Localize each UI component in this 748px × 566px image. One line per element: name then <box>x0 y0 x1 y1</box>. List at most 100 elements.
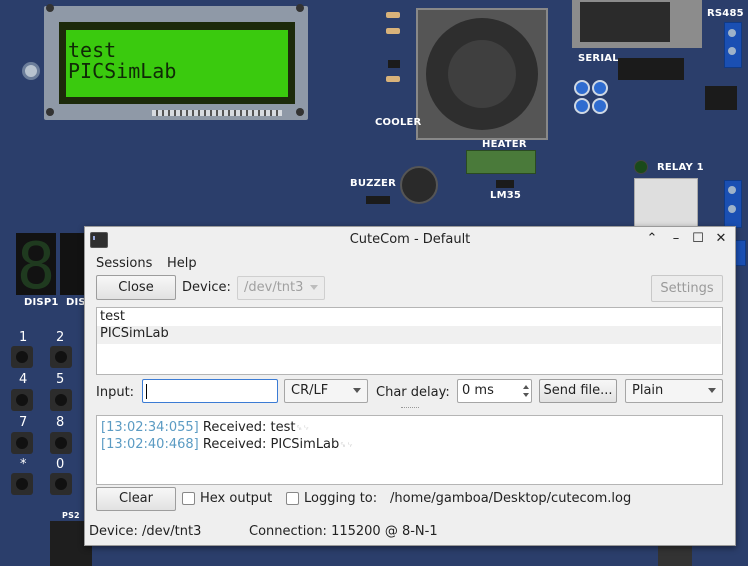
status-device: Device: /dev/tnt3 <box>89 524 202 539</box>
buzzer-label: BUZZER <box>350 178 396 189</box>
control-chars: ␍␊ <box>339 441 354 451</box>
keypad-button-4[interactable] <box>11 389 33 411</box>
heater-icon <box>466 150 536 174</box>
disp1-label: DISP1 <box>24 297 59 308</box>
key-label-star: * <box>20 457 27 472</box>
ic-chip-icon <box>618 58 684 80</box>
capacitor-icon <box>574 98 590 114</box>
lcd-line-1: test <box>68 38 117 62</box>
lm35-sensor-icon <box>496 180 514 188</box>
chevron-down-icon <box>353 388 361 393</box>
hex-output-checkbox[interactable] <box>182 492 195 505</box>
maximize-icon[interactable]: ☐ <box>689 230 707 248</box>
buzzer-icon <box>400 166 438 204</box>
command-history-list[interactable]: test PICSimLab <box>96 307 723 375</box>
serial-label: SERIAL <box>578 53 619 64</box>
format-value: Plain <box>632 383 664 398</box>
buzzer-driver-icon <box>366 196 390 204</box>
log-line: [13:02:40:468] Received: PICSimLab␍␊ <box>101 437 354 452</box>
keypad-button-1[interactable] <box>11 346 33 368</box>
key-label-5: 5 <box>56 372 65 387</box>
cutecom-window: CuteCom - Default ⌃ – ☐ ✕ Sessions Help … <box>84 226 736 546</box>
keypad-button-5[interactable] <box>50 389 72 411</box>
settings-button[interactable]: Settings <box>651 275 723 302</box>
relay-label: RELAY 1 <box>657 162 704 173</box>
capacitor-icon <box>574 80 590 96</box>
serial-connector-icon <box>572 0 702 48</box>
key-label-4: 4 <box>19 372 28 387</box>
keypad-button-0[interactable] <box>50 473 72 495</box>
key-label-1: 1 <box>19 330 28 345</box>
device-label: Device: <box>182 280 231 295</box>
terminal-connector-icon <box>724 22 742 68</box>
screw-icon <box>296 108 304 116</box>
heater-label: HEATER <box>482 139 527 150</box>
resistor-icon <box>386 28 400 34</box>
potentiometer-icon[interactable] <box>22 62 40 80</box>
splitter-handle[interactable] <box>401 407 419 410</box>
close-icon[interactable]: ✕ <box>712 230 730 248</box>
keypad-button-2[interactable] <box>50 346 72 368</box>
key-label-8: 8 <box>56 415 65 430</box>
status-bar: Device: /dev/tnt3 Connection: 115200 @ 8… <box>85 521 735 543</box>
control-chars: ␍␊ <box>295 424 310 434</box>
clear-button[interactable]: Clear <box>96 487 176 511</box>
minimize-icon[interactable]: – <box>667 230 685 248</box>
keypad-button-8[interactable] <box>50 432 72 454</box>
capacitor-icon <box>592 80 608 96</box>
format-combobox[interactable]: Plain <box>625 379 723 403</box>
key-label-2: 2 <box>56 330 65 345</box>
chevron-down-icon <box>708 388 716 393</box>
log-line: [13:02:34:055] Received: test␍␊ <box>101 420 310 435</box>
window-titlebar[interactable]: CuteCom - Default ⌃ – ☐ ✕ <box>85 227 735 253</box>
char-delay-label: Char delay: <box>376 385 450 400</box>
key-label-7: 7 <box>19 415 28 430</box>
menu-help[interactable]: Help <box>167 256 197 271</box>
history-item[interactable]: test <box>97 309 721 327</box>
chevron-down-icon <box>310 285 318 290</box>
input-field[interactable] <box>142 379 278 403</box>
spin-up-icon[interactable] <box>523 385 529 389</box>
keypad-button-star[interactable] <box>11 473 33 495</box>
ic-chip-icon <box>705 86 737 110</box>
seven-segment-display-2 <box>60 233 84 295</box>
send-file-button[interactable]: Send file... <box>539 379 617 403</box>
lcd-pins <box>152 110 282 116</box>
keypad-button-7[interactable] <box>11 432 33 454</box>
shade-up-icon[interactable]: ⌃ <box>643 230 661 248</box>
cooler-label: COOLER <box>375 117 422 128</box>
log-file-path[interactable]: /home/gamboa/Desktop/cutecom.log <box>390 491 631 506</box>
log-text: Received: PICSimLab <box>202 437 340 452</box>
text-caret <box>146 384 147 399</box>
status-connection: Connection: 115200 @ 8-N-1 <box>249 524 438 539</box>
history-item[interactable]: PICSimLab <box>97 326 721 344</box>
lcd-line-2: PICSimLab <box>68 59 177 83</box>
line-end-value: CR/LF <box>291 383 329 398</box>
close-button[interactable]: Close <box>96 275 176 300</box>
menu-bar: Sessions Help <box>85 255 735 275</box>
logging-label: Logging to: <box>304 491 378 506</box>
resistor-icon <box>386 76 400 82</box>
transistor-icon <box>388 60 400 68</box>
input-label: Input: <box>96 385 135 400</box>
output-log[interactable]: [13:02:34:055] Received: test␍␊ [13:02:4… <box>96 415 723 485</box>
char-delay-spinbox[interactable]: 0 ms <box>457 379 532 403</box>
line-end-combobox[interactable]: CR/LF <box>284 379 368 403</box>
relay-led-icon <box>634 160 648 174</box>
char-delay-value: 0 ms <box>462 383 494 398</box>
menu-sessions[interactable]: Sessions <box>96 256 152 271</box>
disp2-label: DIS <box>66 297 86 308</box>
cooler-fan-icon <box>416 8 548 140</box>
lm35-label: LM35 <box>490 190 522 201</box>
spin-down-icon[interactable] <box>523 393 529 397</box>
logging-checkbox[interactable] <box>286 492 299 505</box>
ps2-label: PS2 <box>62 511 80 520</box>
resistor-icon <box>386 12 400 18</box>
log-text: Received: test <box>202 420 296 435</box>
log-timestamp: [13:02:40:468] <box>101 437 199 452</box>
terminal-connector-icon <box>724 180 742 228</box>
device-combobox[interactable]: /dev/tnt3 <box>237 276 325 300</box>
screw-icon <box>46 108 54 116</box>
rs485-label: RS485 <box>707 8 744 19</box>
window-title: CuteCom - Default <box>349 232 471 247</box>
